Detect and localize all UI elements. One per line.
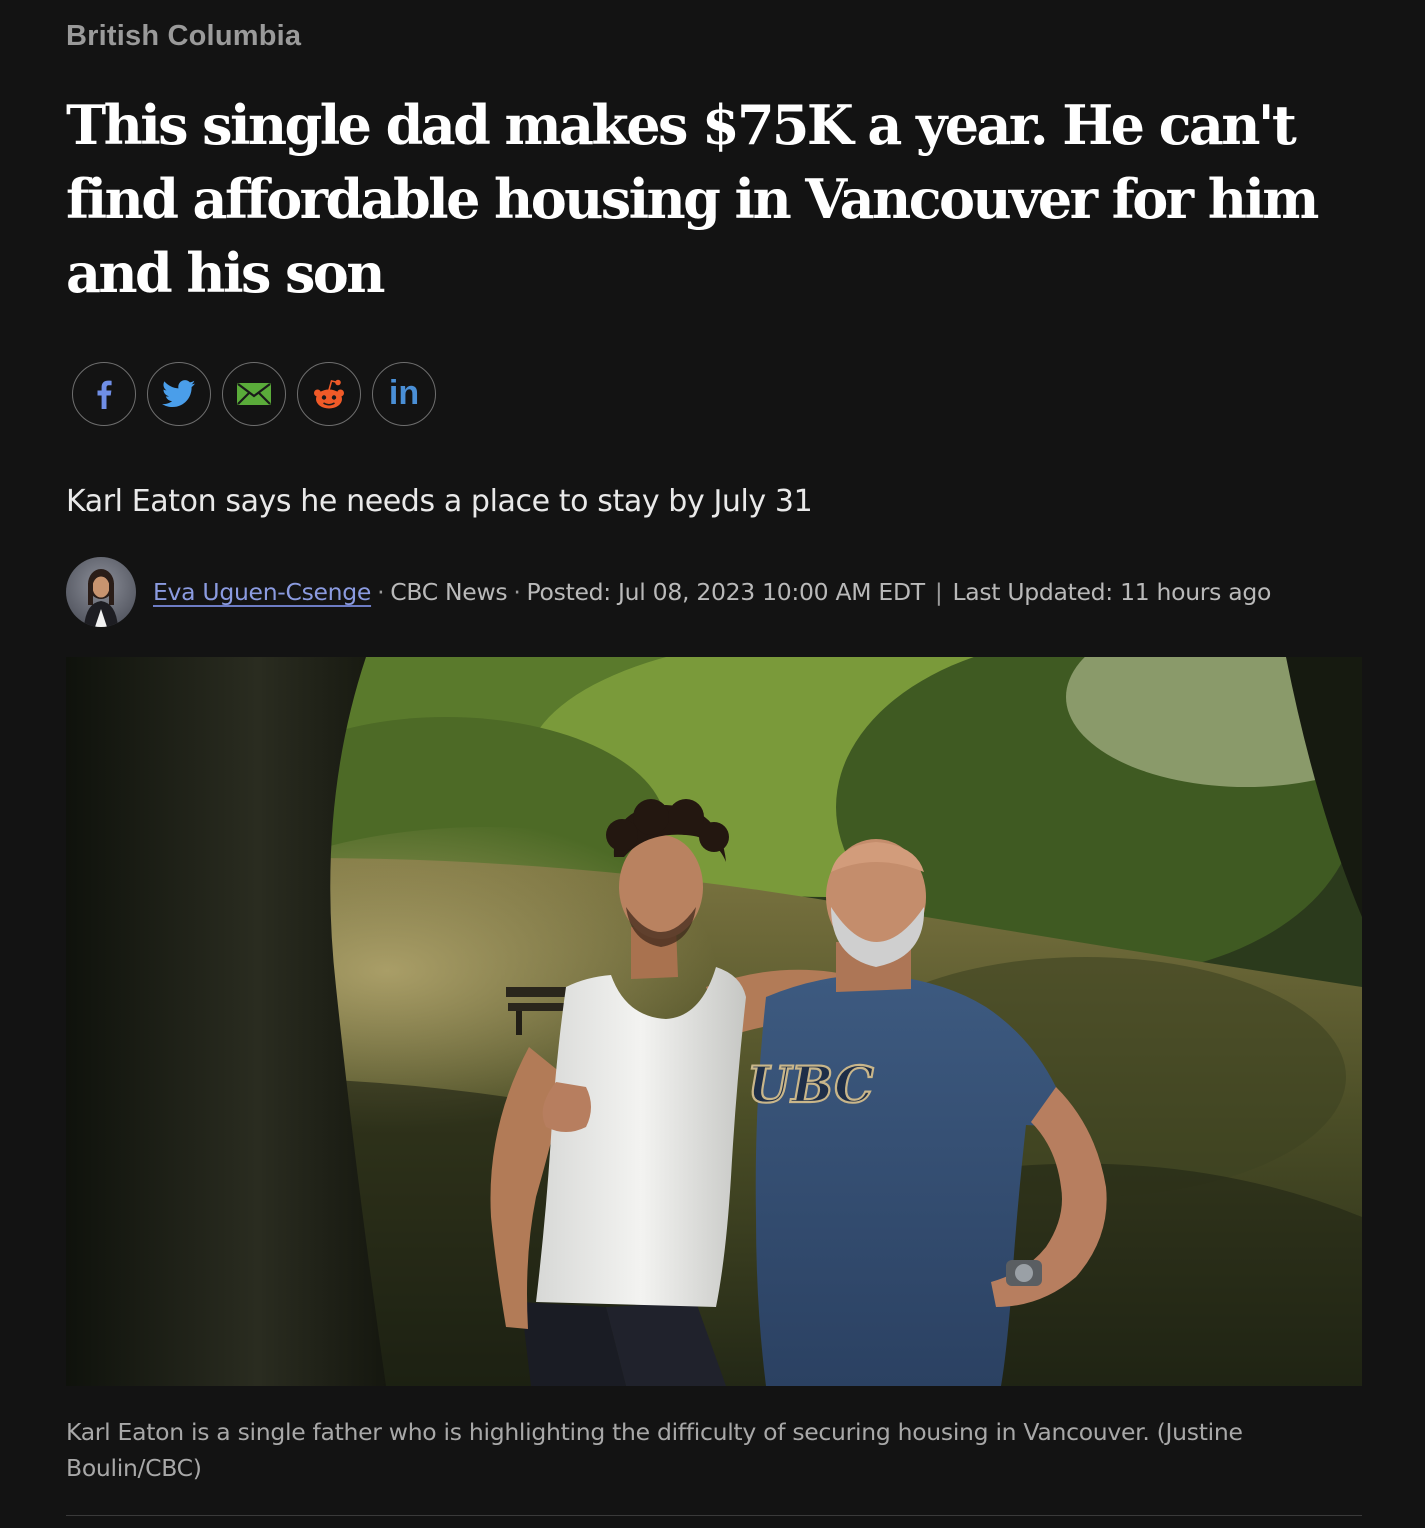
lead-photo[interactable]: UBC xyxy=(66,657,1362,1386)
author-link[interactable]: Eva Uguen-Csenge xyxy=(153,578,371,606)
facebook-icon xyxy=(97,380,112,409)
byline-separator: | xyxy=(934,578,943,606)
author-photo xyxy=(66,557,136,627)
section-label[interactable]: British Columbia xyxy=(66,20,301,53)
photo-caption: Karl Eaton is a single father who is hig… xyxy=(66,1418,1243,1482)
headline: This single dad makes $75K a year. He ca… xyxy=(66,93,1319,305)
share-bar: in xyxy=(72,362,436,426)
article-deck: Karl Eaton says he needs a place to stay… xyxy=(66,484,813,519)
updated-timestamp: Last Updated: 11 hours ago xyxy=(952,578,1272,606)
share-linkedin-button[interactable]: in xyxy=(372,362,436,426)
share-facebook-button[interactable] xyxy=(72,362,136,426)
share-reddit-button[interactable] xyxy=(297,362,361,426)
linkedin-icon: in xyxy=(388,374,420,412)
byline-outlet: CBC News xyxy=(390,578,508,606)
share-email-button[interactable] xyxy=(222,362,286,426)
reddit-icon xyxy=(314,379,344,409)
byline-separator: · xyxy=(377,578,385,606)
twitter-icon xyxy=(162,380,196,408)
divider xyxy=(66,1515,1362,1516)
posted-timestamp: Posted: Jul 08, 2023 10:00 AM EDT xyxy=(526,578,926,606)
share-twitter-button[interactable] xyxy=(147,362,211,426)
byline-separator: · xyxy=(513,578,521,606)
shirt-logo: UBC xyxy=(742,1055,879,1114)
byline: Eva Uguen-Csenge · CBC News · Posted: Ju… xyxy=(66,556,1271,628)
author-avatar[interactable] xyxy=(66,557,136,627)
lead-photo-image: UBC xyxy=(66,657,1362,1386)
email-icon xyxy=(237,383,271,405)
article-page: British Columbia This single dad makes $… xyxy=(0,0,1425,1528)
